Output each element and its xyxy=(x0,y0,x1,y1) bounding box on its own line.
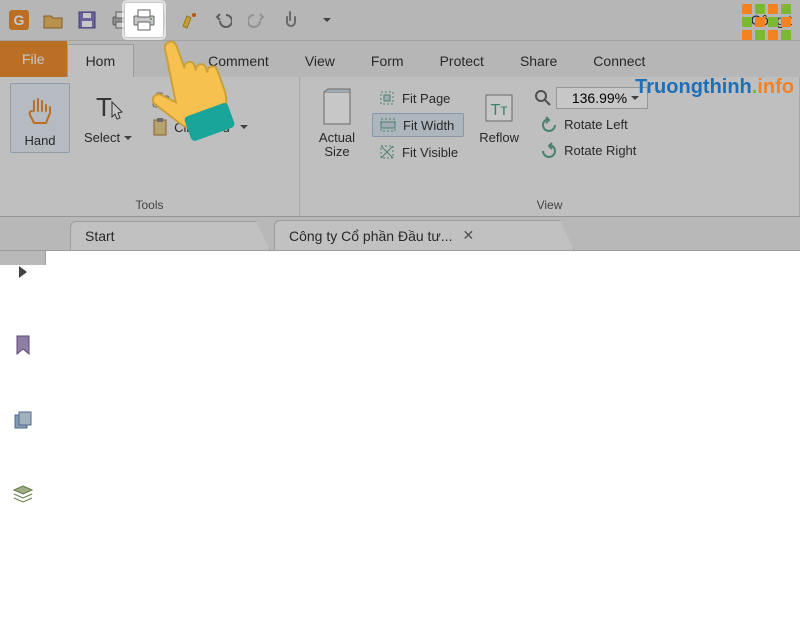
tab-form[interactable]: Form xyxy=(353,45,422,77)
actual-size-button[interactable]: Actual Size xyxy=(310,83,364,164)
fit-visible-label: Fit Visible xyxy=(402,145,458,160)
rotate-right-button[interactable]: Rotate Right xyxy=(534,139,648,161)
app-icon: G xyxy=(6,7,32,33)
hand-tool-button[interactable]: Hand xyxy=(10,83,70,153)
hand-label: Hand xyxy=(24,134,55,148)
rotate-left-button[interactable]: Rotate Left xyxy=(534,113,648,135)
select-label: Select xyxy=(84,131,132,145)
group-label-tools: Tools xyxy=(10,194,289,214)
window-title: Công t xyxy=(751,12,794,28)
redo-icon[interactable] xyxy=(244,7,270,33)
doc-tab-document-label: Công ty Cổ phần Đầu tư... xyxy=(289,228,452,244)
fit-page-label: Fit Page xyxy=(402,91,450,106)
actual-size-label: Actual Size xyxy=(319,131,355,160)
ribbon: Hand T Select hot Clipboard xyxy=(0,77,800,217)
reflow-icon: Tᴛ xyxy=(478,87,520,129)
reflow-label: Reflow xyxy=(479,131,519,145)
zoom-value-input[interactable]: 136.99% xyxy=(556,87,648,109)
reflow-button[interactable]: Tᴛ Reflow xyxy=(472,83,526,149)
side-panel xyxy=(0,251,46,265)
tutorial-pointer-icon xyxy=(134,24,244,154)
select-tool-button[interactable]: T Select xyxy=(78,83,138,149)
tab-home[interactable]: Hom xyxy=(67,44,135,77)
touch-icon[interactable] xyxy=(278,7,304,33)
rotate-left-icon xyxy=(540,116,558,132)
qat-dropdown-icon[interactable] xyxy=(312,7,338,33)
tab-view[interactable]: View xyxy=(287,45,353,77)
pages-icon[interactable] xyxy=(12,411,34,429)
document-tab-bar: Start Công ty Cổ phần Đầu tư... ✕ xyxy=(0,217,800,251)
expand-icon[interactable] xyxy=(12,265,34,279)
svg-text:Tᴛ: Tᴛ xyxy=(491,102,509,119)
hand-icon xyxy=(19,90,61,132)
fit-visible-icon xyxy=(378,144,396,160)
svg-text:G: G xyxy=(14,12,25,28)
rotate-left-label: Rotate Left xyxy=(564,117,628,132)
page-100-icon xyxy=(316,87,358,129)
doc-tab-start-label: Start xyxy=(85,228,115,244)
fit-visible-button[interactable]: Fit Visible xyxy=(372,141,464,163)
doc-tab-document[interactable]: Công ty Cổ phần Đầu tư... ✕ xyxy=(274,220,574,250)
fit-width-button[interactable]: Fit Width xyxy=(372,113,464,137)
save-icon[interactable] xyxy=(74,7,100,33)
zoom-icon[interactable] xyxy=(534,89,552,107)
layers-icon[interactable] xyxy=(12,485,34,503)
rotate-right-icon xyxy=(540,142,558,158)
ribbon-tab-row: File Hom Comment View Form Protect Share… xyxy=(0,41,800,77)
open-icon[interactable] xyxy=(40,7,66,33)
fit-width-label: Fit Width xyxy=(403,118,454,133)
rotate-right-label: Rotate Right xyxy=(564,143,636,158)
group-label-view: View xyxy=(310,194,789,214)
fit-width-icon xyxy=(379,117,397,133)
tab-connect[interactable]: Connect xyxy=(575,45,663,77)
tab-share[interactable]: Share xyxy=(502,45,575,77)
doc-tab-start[interactable]: Start xyxy=(70,221,270,250)
tab-protect[interactable]: Protect xyxy=(422,45,502,77)
bookmarks-icon[interactable] xyxy=(12,335,34,355)
tab-file[interactable]: File xyxy=(0,41,67,77)
quick-access-toolbar: G Công t xyxy=(0,0,800,41)
fit-page-icon xyxy=(378,90,396,106)
select-icon: T xyxy=(87,87,129,129)
close-icon[interactable]: ✕ xyxy=(462,227,474,244)
fit-page-button[interactable]: Fit Page xyxy=(372,87,464,109)
zoom-value: 136.99% xyxy=(572,90,627,106)
svg-text:T: T xyxy=(96,92,112,122)
